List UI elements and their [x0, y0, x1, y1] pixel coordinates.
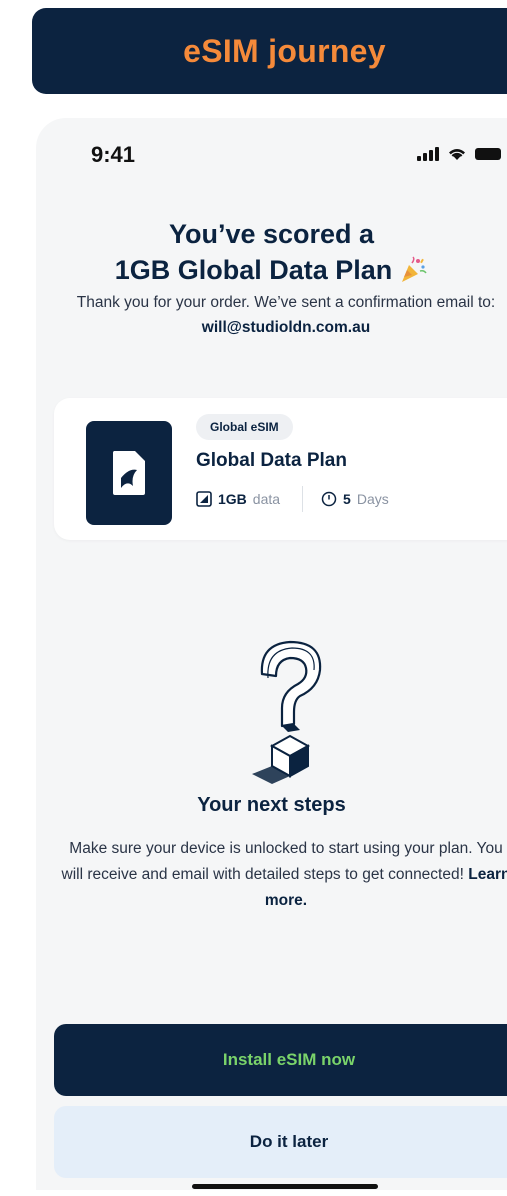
plan-card: Global eSIM Global Data Plan 1GB data 5 … [54, 398, 507, 540]
next-steps-text: Make sure your device is unlocked to sta… [58, 836, 507, 914]
banner-title: eSIM journey [183, 32, 386, 69]
status-icons [417, 146, 501, 161]
plan-name: Global Data Plan [196, 450, 347, 471]
confirmation-message: Thank you for your order. We’ve sent a c… [56, 290, 507, 340]
next-steps-body: Make sure your device is unlocked to sta… [61, 840, 503, 883]
question-mark-illustration [252, 640, 322, 784]
plan-data: 1GB data [196, 491, 280, 507]
sim-card-icon [86, 421, 172, 525]
duration-unit: Days [356, 491, 389, 507]
signal-icon [417, 146, 439, 161]
journey-banner: eSIM journey [32, 8, 507, 94]
do-it-later-button[interactable]: Do it later [54, 1106, 507, 1178]
plan-duration: 5 Days [321, 491, 389, 507]
status-bar: 9:41 [36, 118, 507, 198]
confirmation-message-text: Thank you for your order. We’ve sent a c… [76, 294, 496, 311]
meta-divider [302, 486, 304, 512]
headline-line1: You’ve scored a [168, 219, 375, 249]
headline-line2-wrapper: 1GB Global Data Plan [115, 252, 429, 288]
confirmation-headline: You’ve scored a 1GB Global Data Plan [36, 216, 507, 288]
duration-amount: 5 [343, 491, 351, 507]
data-amount: 1GB [218, 491, 247, 507]
confirmation-email: will@studioldn.com.au [201, 319, 371, 336]
next-steps-title: Your next steps [197, 794, 346, 816]
battery-icon [475, 147, 501, 160]
status-time: 9:41 [91, 142, 136, 167]
install-esim-button[interactable]: Install eSIM now [54, 1024, 507, 1096]
clock-icon [321, 491, 337, 507]
headline-line2: 1GB Global Data Plan [114, 255, 393, 285]
plan-meta: 1GB data 5 Days [196, 486, 389, 512]
data-chart-icon [196, 491, 212, 507]
phone-screen: 9:41 You’ve scored a 1GB Global Data Pla… [36, 118, 507, 1190]
plan-tag: Global eSIM [196, 414, 293, 440]
wifi-icon [449, 149, 465, 160]
data-unit: data [252, 491, 281, 507]
party-popper-icon [402, 256, 427, 282]
home-indicator [192, 1184, 378, 1189]
